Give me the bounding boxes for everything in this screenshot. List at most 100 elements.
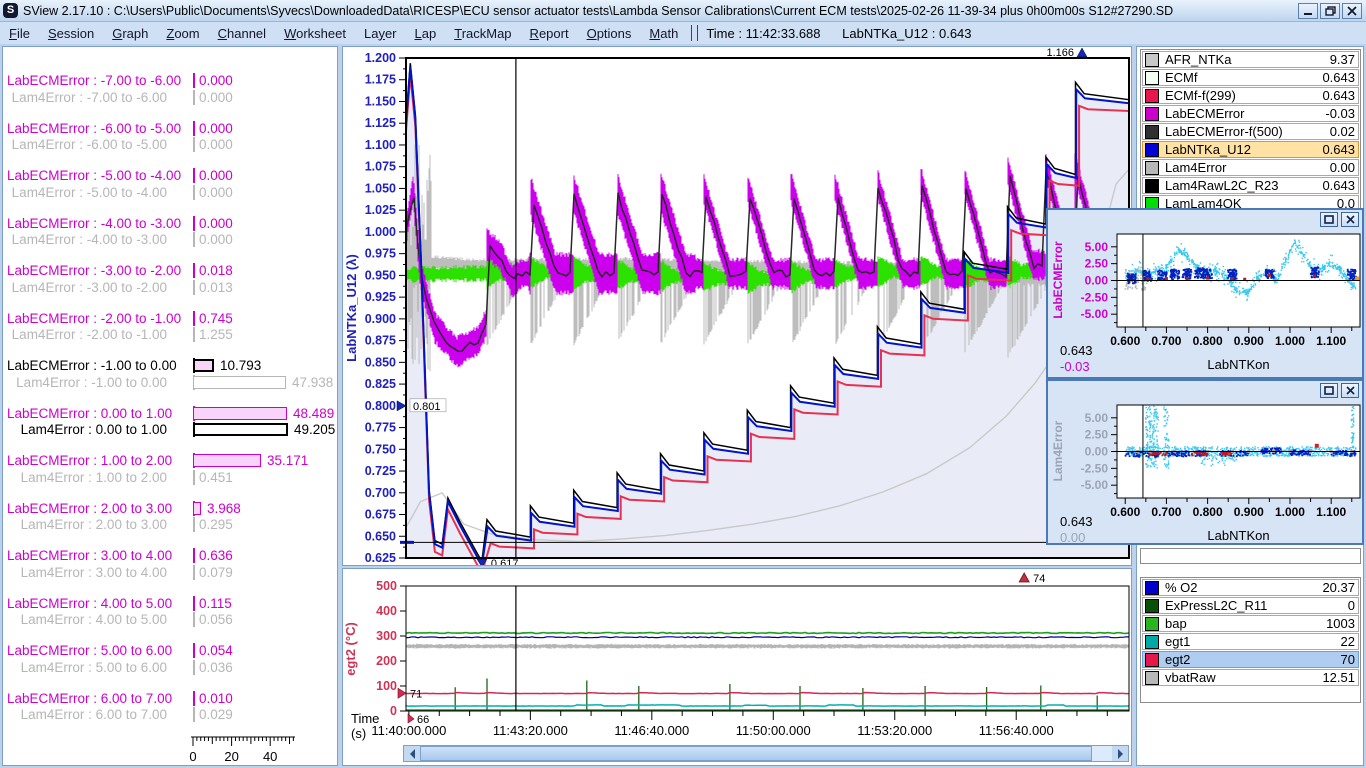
bin-axis-tick (193, 565, 195, 580)
menu-lap[interactable]: Lap (415, 26, 437, 41)
egt-y-axis-label: egt2 (°C) (343, 622, 358, 676)
close-button[interactable] (1342, 3, 1362, 19)
histogram-row: LabECMError : 3.00 to 4.000.636 (3, 548, 337, 564)
signal-row-egt2[interactable]: egt270 (1142, 651, 1359, 668)
scrollbar-thumb[interactable] (420, 746, 1092, 761)
x-axis-label: Time (351, 711, 379, 726)
signal-row-egt1[interactable]: egt122 (1142, 633, 1359, 650)
menu-report[interactable]: Report (530, 26, 569, 41)
svg-text:0: 0 (189, 749, 196, 764)
svg-text:400: 400 (376, 604, 397, 618)
signal-value: 22 (1341, 634, 1358, 649)
histogram-row: Lam4Error : 5.00 to 6.000.036 (3, 660, 337, 676)
menu-file[interactable]: File (9, 26, 30, 41)
close-icon[interactable] (1341, 383, 1359, 398)
close-icon[interactable] (1341, 212, 1359, 227)
xy-window-labecmerror[interactable]: 5.002.500.00-2.50-5.000.6000.7000.8000.9… (1046, 208, 1364, 379)
time-scrollbar[interactable] (403, 745, 1129, 762)
svg-text:1.125: 1.125 (365, 116, 396, 130)
bin-label: Lam4Error : -5.00 to -4.00 (7, 185, 167, 200)
histogram-row: Lam4Error : -5.00 to -4.000.000 (3, 185, 337, 201)
signal-row-labecmerror-f-500-[interactable]: LabECMError-f(500)0.02 (1142, 123, 1359, 140)
xy-plot-labecmerror[interactable]: 5.002.500.00-2.50-5.000.6000.7000.8000.9… (1048, 210, 1362, 377)
maximize-icon[interactable] (1320, 383, 1338, 398)
app-icon: S (3, 3, 18, 18)
menu-session[interactable]: Session (48, 26, 94, 41)
signal-value: 0.643 (1322, 70, 1358, 85)
signal-row-afr-ntka[interactable]: AFR_NTKa9.37 (1142, 51, 1359, 68)
bin-bar (193, 376, 286, 389)
signal-row--o2[interactable]: % O220.37 (1142, 579, 1359, 596)
svg-text:0.950: 0.950 (365, 268, 396, 282)
signal-row-lam4rawl2c-r23[interactable]: Lam4RawL2C_R230.643 (1142, 177, 1359, 194)
bin-value: 0.000 (199, 137, 233, 152)
time-tick-label: 11:46:40.000 (614, 723, 689, 738)
signal-name: LabECMError (1165, 106, 1325, 121)
bin-axis-tick (193, 121, 195, 136)
svg-text:0.700: 0.700 (365, 486, 396, 500)
svg-text:0.600: 0.600 (1110, 505, 1140, 519)
menu-trackmap[interactable]: TrackMap (454, 26, 511, 41)
minimize-button[interactable] (1298, 3, 1318, 19)
bin-label: Lam4Error : 4.00 to 5.00 (7, 612, 167, 627)
scroll-left-icon[interactable] (404, 746, 420, 761)
bin-axis-tick (193, 643, 195, 658)
signal-row-labecmerror[interactable]: LabECMError-0.03 (1142, 105, 1359, 122)
signal-row-vbatraw[interactable]: vbatRaw12.51 (1142, 669, 1359, 686)
time-tick-label: 11:40:00.000 (371, 723, 446, 738)
histogram-row: LabECMError : -1.00 to 0.0010.793 (3, 358, 337, 374)
histogram-row: LabECMError : 1.00 to 2.0035.171 (3, 453, 337, 469)
signal-row-ecmf[interactable]: ECMf0.643 (1142, 69, 1359, 86)
signal-row-bap[interactable]: bap1003 (1142, 615, 1359, 632)
signal-value: 0.00 (1330, 160, 1358, 175)
bin-label: LabECMError : -5.00 to -4.00 (7, 168, 167, 183)
svg-text:0.00: 0.00 (1085, 445, 1109, 459)
bin-value: 0.013 (199, 280, 233, 295)
bin-value: 1.255 (199, 327, 233, 342)
svg-text:0.775: 0.775 (365, 421, 396, 435)
scroll-right-icon[interactable] (1112, 746, 1128, 761)
svg-text:0.850: 0.850 (365, 355, 396, 369)
bin-label: LabECMError : -6.00 to -5.00 (7, 121, 167, 136)
menu-options[interactable]: Options (587, 26, 632, 41)
maximize-icon[interactable] (1320, 212, 1338, 227)
bin-label: LabECMError : 6.00 to 7.00 (7, 691, 167, 706)
signal-name: ECMf (1165, 70, 1322, 85)
readout-y: -0.03 (1060, 359, 1090, 374)
egt-chart[interactable]: 0100200300400500egt2 (°C)11:40:00.00011:… (343, 569, 1131, 741)
menu-math[interactable]: Math (649, 26, 678, 41)
menu-bar: File Session Graph Zoom Channel Worksheet Laye… (0, 22, 1366, 44)
histogram-row: Lam4Error : 1.00 to 2.000.451 (3, 470, 337, 486)
histogram-row: Lam4Error : 2.00 to 3.000.295 (3, 517, 337, 533)
signal-row-labntka-u12[interactable]: LabNTKa_U120.643 (1142, 141, 1359, 158)
svg-text:1.150: 1.150 (365, 94, 396, 108)
bin-label: LabECMError : -1.00 to 0.00 (7, 358, 167, 373)
main-chart[interactable]: 1.2001.1751.1501.1251.1001.0751.0501.025… (343, 47, 1131, 565)
menu-layer[interactable]: Layer (364, 26, 397, 41)
xy-window-lam4error[interactable]: 5.002.500.00-2.50-5.000.6000.7000.8000.9… (1046, 379, 1364, 545)
histogram-row: LabECMError : -6.00 to -5.00 0.000 (3, 121, 337, 137)
bin-value: 49.205 (294, 422, 335, 437)
signal-value: 0.02 (1330, 124, 1358, 139)
restore-button[interactable] (1320, 3, 1340, 19)
svg-text:-2.50: -2.50 (1081, 461, 1109, 475)
bin-value: 0.000 (199, 121, 233, 136)
bin-axis-tick (193, 168, 195, 183)
menu-worksheet[interactable]: Worksheet (284, 26, 346, 41)
color-swatch (1145, 143, 1159, 157)
signal-row-lam4error[interactable]: Lam4Error0.00 (1142, 159, 1359, 176)
bin-value: 0.000 (199, 216, 233, 231)
svg-text:1.100: 1.100 (1316, 505, 1346, 519)
svg-text:-5.00: -5.00 (1081, 478, 1109, 492)
menu-zoom[interactable]: Zoom (166, 26, 199, 41)
bin-axis-tick (193, 232, 195, 247)
histogram-row: Lam4Error : 6.00 to 7.000.029 (3, 707, 337, 723)
signal-row-ecmf-f-299-[interactable]: ECMf-f(299)0.643 (1142, 87, 1359, 104)
menu-channel[interactable]: Channel (218, 26, 266, 41)
xy-plot-lam4error[interactable]: 5.002.500.00-2.50-5.000.6000.7000.8000.9… (1048, 381, 1362, 543)
signal-name: egt2 (1165, 652, 1341, 667)
bin-axis-tick (193, 691, 195, 706)
signal-row-expressl2c-r11[interactable]: ExPressL2C_R110 (1142, 597, 1359, 614)
svg-text:1.025: 1.025 (365, 203, 396, 217)
menu-graph[interactable]: Graph (112, 26, 148, 41)
